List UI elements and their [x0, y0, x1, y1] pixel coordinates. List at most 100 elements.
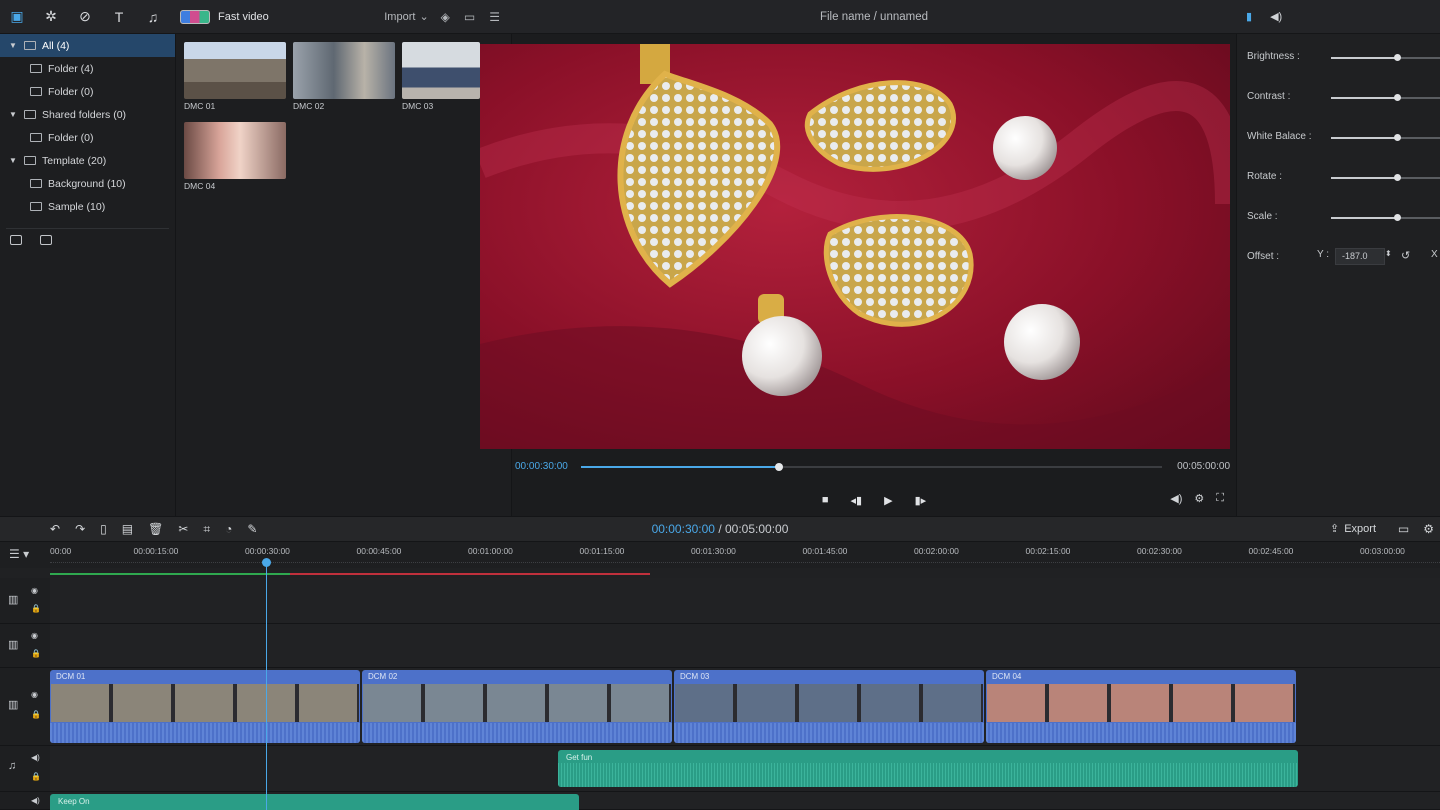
- eye-icon[interactable]: ◉: [31, 586, 38, 595]
- transition-icon[interactable]: ⊘: [68, 0, 102, 34]
- layers-icon[interactable]: ◈: [441, 10, 450, 24]
- media-thumb[interactable]: DMC 03: [402, 42, 480, 111]
- spinner-icon[interactable]: ⬍: [1385, 249, 1392, 258]
- fast-video-icon: [180, 9, 210, 24]
- caret-down-icon[interactable]: ▼: [8, 110, 18, 119]
- lock-icon[interactable]: 🔒: [31, 604, 41, 613]
- playhead-handle[interactable]: [262, 558, 271, 567]
- slider-fill: [1331, 57, 1397, 59]
- property-slider[interactable]: [1331, 134, 1440, 141]
- sidebar-item[interactable]: ▼ Shared folders (0): [0, 103, 175, 126]
- timeline-settings-icon[interactable]: ⚙: [1423, 522, 1434, 536]
- remove-folder-icon[interactable]: [40, 235, 52, 245]
- ruler-tick-label: 00:02:45:00: [1248, 546, 1294, 556]
- media-thumb[interactable]: DMC 04: [184, 122, 286, 191]
- effects-icon[interactable]: ✲: [34, 0, 68, 34]
- sidebar-item[interactable]: Background (10): [0, 172, 175, 195]
- eye-icon[interactable]: ◉: [31, 690, 38, 699]
- ruler-tick-label: 00:00:15:00: [133, 546, 179, 556]
- property-slider[interactable]: [1331, 94, 1440, 101]
- audio-waveform: [50, 723, 360, 743]
- sidebar-item[interactable]: Folder (0): [0, 80, 175, 103]
- ruler-dots: [50, 562, 1440, 563]
- audio-clip[interactable]: Get fun: [558, 750, 1298, 787]
- video-properties-icon[interactable]: ▮: [1246, 10, 1252, 23]
- sidebar-item[interactable]: Sample (10): [0, 195, 175, 218]
- sidebar-item[interactable]: ▼ All (4): [0, 34, 175, 57]
- property-slider[interactable]: [1331, 174, 1440, 181]
- audio-properties-icon[interactable]: ◀): [1270, 10, 1282, 23]
- video-clip[interactable]: DCM 03: [674, 670, 984, 743]
- reset-icon[interactable]: ↺: [1401, 249, 1410, 262]
- sidebar-item[interactable]: Folder (0): [0, 126, 175, 149]
- slider-handle[interactable]: [1394, 214, 1401, 221]
- list-view-icon[interactable]: ☰: [489, 10, 500, 24]
- property-slider[interactable]: [1331, 214, 1440, 221]
- volume-icon[interactable]: ◀): [31, 796, 40, 805]
- properties-header: ▮ ◀): [1236, 0, 1440, 34]
- settings-icon[interactable]: ⚙: [1194, 492, 1204, 505]
- eye-icon[interactable]: ◉: [31, 631, 38, 640]
- music-icon[interactable]: ♫: [136, 0, 170, 34]
- lock-icon[interactable]: 🔒: [31, 710, 41, 719]
- fast-video-button[interactable]: Fast video: [180, 9, 269, 24]
- timeline-ruler[interactable]: 00:00 00:00:15:00 00:00:30:00 00:00:45:00 00…: [0, 542, 1440, 568]
- media-icon[interactable]: ▣: [0, 0, 34, 34]
- render-pending-bar: [290, 573, 650, 575]
- lock-icon[interactable]: 🔒: [31, 649, 41, 658]
- fullscreen-icon[interactable]: ⛶: [1216, 492, 1224, 505]
- track-overlay-1[interactable]: [50, 578, 1440, 624]
- lock-icon[interactable]: 🔒: [31, 772, 41, 781]
- text-icon[interactable]: T: [102, 0, 136, 34]
- import-dropdown[interactable]: Import ⌄: [384, 10, 428, 24]
- sidebar-item[interactable]: Folder (4): [0, 57, 175, 80]
- track-overlay-2[interactable]: [50, 624, 1440, 668]
- folder-icon[interactable]: ▭: [464, 10, 475, 24]
- track-menu-icon[interactable]: ☰ ▾: [9, 547, 29, 561]
- render-icon[interactable]: ▭: [1398, 522, 1409, 536]
- volume-icon[interactable]: ◀): [31, 753, 40, 762]
- video-clip[interactable]: DCM 02: [362, 670, 672, 743]
- slider-handle[interactable]: [1394, 134, 1401, 141]
- preview-scrubber[interactable]: 00:00:30:00 00:05:00:00: [512, 458, 1236, 476]
- media-thumb[interactable]: DMC 01: [184, 42, 286, 111]
- clip-frames: [987, 684, 1295, 722]
- music-track-icon: ♫: [8, 760, 17, 772]
- play-icon[interactable]: ▶: [884, 494, 892, 507]
- slider-handle[interactable]: [1394, 94, 1401, 101]
- property-row: White Balace :: [1247, 131, 1440, 145]
- stop-icon[interactable]: ■: [822, 494, 829, 506]
- audio-clip[interactable]: Keep On: [50, 794, 579, 810]
- caret-down-icon[interactable]: ▼: [8, 41, 18, 50]
- thumb-image: [184, 122, 286, 179]
- video-clip[interactable]: DCM 01: [50, 670, 360, 743]
- playhead[interactable]: [266, 560, 267, 810]
- media-thumb[interactable]: DMC 02: [293, 42, 395, 111]
- folder-icon: [30, 202, 42, 211]
- volume-icon[interactable]: ◀): [1170, 492, 1182, 505]
- step-forward-icon[interactable]: ▮▸: [915, 494, 927, 507]
- track-header-overlay-2: ▥ ◉ 🔒: [0, 624, 50, 668]
- library-sidebar: ▼ All (4) Folder (4) Folder (0) ▼ Shared fold…: [0, 34, 176, 516]
- add-folder-icon[interactable]: [10, 235, 22, 245]
- offset-y-input[interactable]: -187.0: [1335, 248, 1385, 265]
- scrub-track[interactable]: [581, 463, 1162, 471]
- caret-down-icon[interactable]: ▼: [8, 156, 18, 165]
- offset-row: Offset : Y : -187.0 ⬍ ↺ X: [1247, 248, 1440, 265]
- slider-handle[interactable]: [1394, 174, 1401, 181]
- step-back-icon[interactable]: ◂▮: [851, 494, 863, 507]
- scrub-handle[interactable]: [774, 463, 783, 471]
- folder-icon: [24, 41, 36, 50]
- property-label: Rotate :: [1247, 171, 1283, 182]
- track-header-audio-1: ♫ ◀) 🔒: [0, 746, 50, 792]
- ruler-tick-label: 00:01:30:00: [691, 546, 736, 556]
- sidebar-item-label: Folder (4): [48, 62, 94, 75]
- property-slider[interactable]: [1331, 54, 1440, 61]
- video-clip[interactable]: DCM 04: [986, 670, 1296, 743]
- export-button[interactable]: ⇪ Export: [1330, 522, 1376, 536]
- timeline-total-time: 00:05:00:00: [725, 522, 789, 536]
- ruler-tick-label: 00:02:00:00: [914, 546, 959, 556]
- slider-handle[interactable]: [1394, 54, 1401, 61]
- media-grid: DMC 01 DMC 02 DMC 03 DMC 04: [176, 34, 512, 516]
- sidebar-item[interactable]: ▼ Template (20): [0, 149, 175, 172]
